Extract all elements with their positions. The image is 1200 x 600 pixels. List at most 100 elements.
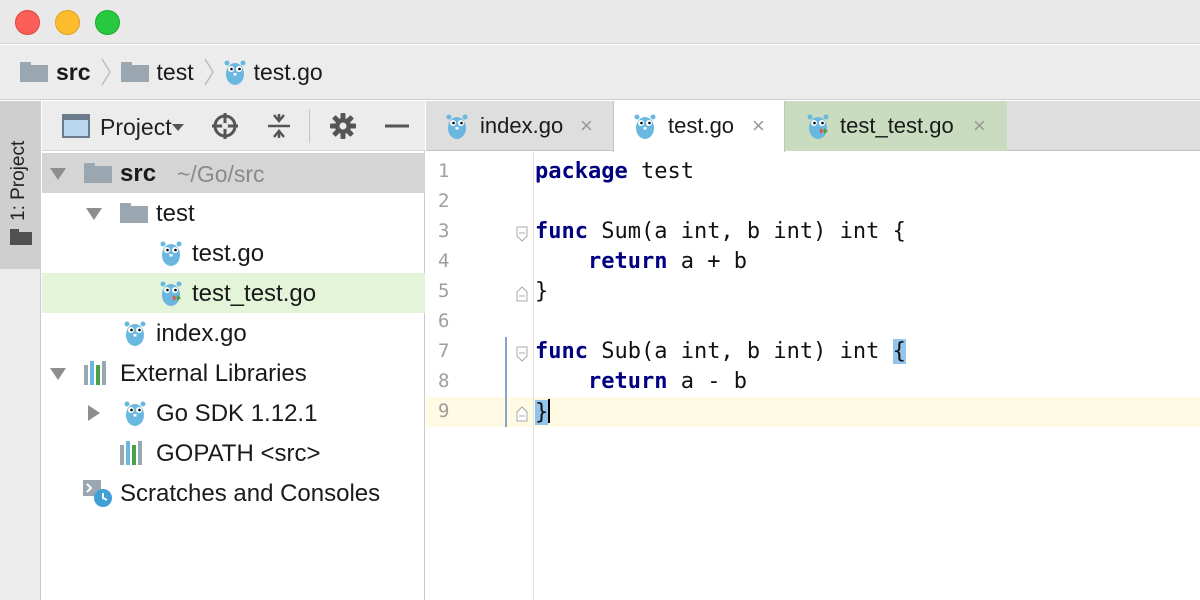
folder-icon	[10, 229, 32, 245]
code-text: }	[535, 279, 549, 304]
tab-test-go[interactable]: test.go ×	[613, 101, 785, 152]
code-line-8: return a - b	[535, 369, 747, 394]
gopher-icon	[446, 112, 468, 140]
gopher-icon	[124, 319, 146, 347]
line-number: 1	[438, 160, 450, 182]
project-tool-window-button[interactable]: 1: Project	[0, 101, 41, 269]
expand-arrow-icon[interactable]	[50, 368, 66, 380]
matched-brace: {	[892, 339, 906, 364]
line-number: 8	[438, 370, 450, 392]
keyword: return	[587, 249, 668, 274]
editor-area: index.go × test.go × test_test.go × 1 2 …	[426, 101, 1200, 600]
tree-item-label: Scratches and Consoles	[120, 480, 381, 507]
tree-item-label: Go SDK 1.12.1	[156, 400, 318, 427]
gopher-test-icon	[160, 279, 182, 307]
code-text: a - b	[667, 369, 747, 394]
title-bar	[0, 0, 1200, 44]
project-panel: Project src ~/Go/src test test.go test_t…	[42, 101, 425, 600]
code-line-7: func Sub(a int, b int) int {	[535, 339, 906, 364]
close-icon[interactable]: ×	[973, 113, 986, 139]
toolbar-divider	[309, 109, 310, 143]
line-number: 6	[438, 310, 450, 332]
tree-item-label: External Libraries	[120, 360, 307, 387]
locate-file-button[interactable]	[210, 111, 240, 141]
minimize-window-button[interactable]	[55, 10, 80, 35]
gopher-test-icon	[807, 112, 829, 140]
tree-item-label: index.go	[156, 320, 247, 347]
gopher-icon	[224, 58, 246, 86]
tree-item-gopath[interactable]: GOPATH <src>	[42, 433, 425, 473]
breadcrumb-label: test.go	[253, 58, 323, 85]
library-icon	[84, 361, 110, 385]
tree-item-test[interactable]: test	[42, 193, 425, 233]
gopher-icon	[634, 112, 656, 140]
tree-item-index-go[interactable]: index.go	[42, 313, 425, 353]
project-view-icon	[62, 114, 90, 138]
close-window-button[interactable]	[15, 10, 40, 35]
line-number: 7	[438, 340, 450, 362]
line-number: 9	[438, 400, 450, 422]
breadcrumb-item-test-go[interactable]: test.go	[224, 45, 323, 100]
tree-item-scratches[interactable]: Scratches and Consoles	[42, 473, 425, 513]
line-number: 3	[438, 220, 450, 242]
gear-icon	[330, 113, 356, 139]
hide-panel-button[interactable]	[382, 111, 412, 141]
tree-item-test-test-go[interactable]: test_test.go	[42, 273, 425, 313]
code-text: Sum(a int, b int) int {	[587, 219, 906, 244]
expand-arrow-icon[interactable]	[86, 208, 102, 220]
tree-item-src[interactable]: src ~/Go/src	[42, 153, 425, 193]
tree-item-test-go[interactable]: test.go	[42, 233, 425, 273]
collapse-arrow-icon[interactable]	[88, 405, 100, 421]
settings-button[interactable]	[328, 111, 358, 141]
library-icon	[120, 441, 146, 465]
maximize-window-button[interactable]	[95, 10, 120, 35]
folder-icon	[120, 203, 148, 223]
tree-item-external-libraries[interactable]: External Libraries	[42, 353, 425, 393]
line-number: 2	[438, 190, 450, 212]
project-panel-toolbar: Project	[42, 101, 425, 151]
code-text: Sub(a int, b int) int	[587, 339, 893, 364]
folder-icon	[120, 62, 149, 82]
tool-window-strip: 1: Project	[0, 101, 41, 600]
change-marker	[505, 337, 507, 427]
code-text: a + b	[667, 249, 747, 274]
tab-label: index.go	[480, 113, 564, 138]
keyword: return	[587, 369, 668, 394]
breadcrumb-item-src[interactable]: src	[20, 45, 91, 100]
gopher-icon	[160, 239, 182, 267]
fold-end-icon[interactable]	[516, 286, 528, 302]
expand-arrow-icon[interactable]	[50, 168, 66, 180]
tab-label: test_test.go	[840, 113, 954, 138]
collapse-all-button[interactable]	[264, 111, 294, 141]
tab-test-test-go[interactable]: test_test.go ×	[785, 101, 1007, 151]
line-number: 5	[438, 280, 450, 302]
text-caret	[548, 399, 551, 423]
folder-icon	[20, 62, 48, 82]
close-icon[interactable]: ×	[752, 113, 765, 139]
fold-end-icon[interactable]	[516, 406, 528, 422]
code-line-5: }	[535, 279, 548, 304]
tree-item-label: src	[120, 160, 157, 187]
tab-index-go[interactable]: index.go ×	[426, 101, 613, 151]
code-text: test	[627, 159, 694, 184]
fold-icon[interactable]	[516, 346, 528, 362]
line-number: 4	[438, 250, 450, 272]
chevron-down-icon[interactable]	[172, 124, 184, 131]
fold-icon[interactable]	[516, 226, 528, 242]
tree-item-go-sdk[interactable]: Go SDK 1.12.1	[42, 393, 425, 433]
breadcrumb: src test test.go	[0, 45, 1200, 100]
tree-item-label: test	[156, 200, 195, 227]
project-view-selector[interactable]: Project	[100, 114, 172, 141]
close-icon[interactable]: ×	[580, 113, 593, 139]
breadcrumb-item-test[interactable]: test	[120, 45, 194, 100]
chevron-right-icon	[100, 58, 111, 86]
folder-icon	[84, 163, 112, 183]
gopher-icon	[124, 399, 146, 427]
project-tool-window-label: 1: Project	[8, 140, 29, 222]
code-line-3: func Sum(a int, b int) int {	[535, 219, 906, 244]
code-line-4: return a + b	[535, 249, 747, 274]
editor-tab-bar: index.go × test.go × test_test.go ×	[426, 101, 1200, 152]
chevron-right-icon	[203, 58, 214, 86]
breadcrumb-label: test	[156, 58, 194, 85]
code-line-1: package test	[535, 159, 694, 184]
